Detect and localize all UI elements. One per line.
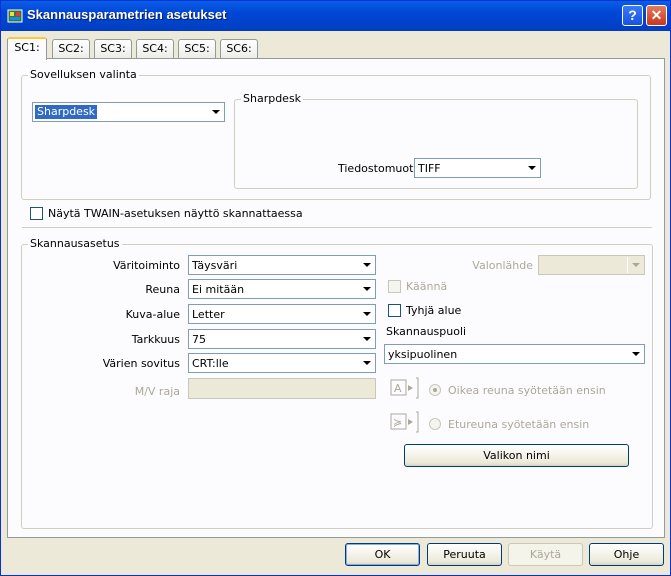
edge-value: Ei mitään [192,283,245,296]
light-source-combo[interactable] [538,255,645,275]
color-matching-combo[interactable]: CRT:lle [188,353,376,373]
scan-side-label: Skannauspuoli [386,325,467,338]
right-edge-first-label: Oikea reuna syötetään ensin [448,384,606,397]
blank-area-label: Tyhjä alue [406,304,462,317]
file-format-value: TIFF [418,162,441,175]
ok-button[interactable]: OK [345,543,420,566]
cancel-button[interactable]: Peruuta [427,543,502,566]
color-mode-combo[interactable]: Täysväri [188,255,376,275]
top-edge-first-label: Etureuna syötetään ensin [448,418,590,431]
tab-sc3[interactable]: SC3: [94,39,132,59]
resolution-value: 75 [192,333,206,346]
tab-sc1[interactable]: SC1: [7,37,47,60]
tab-sc5[interactable]: SC5: [178,39,216,59]
application-value: Sharpdesk [35,105,98,119]
edge-combo[interactable]: Ei mitään [188,279,376,299]
color-matching-value: CRT:lle [192,357,229,370]
bw-threshold-input[interactable] [188,378,376,399]
chevron-down-icon[interactable] [358,281,374,297]
file-format-label: Tiedostomuoto [338,162,421,175]
image-area-value: Letter [192,308,225,321]
color-mode-value: Täysväri [192,259,238,272]
menu-name-button[interactable]: Valikon nimi [404,444,629,467]
twain-checkbox-label: Näytä TWAIN-asetuksen näyttö skannattaes… [48,207,303,220]
top-edge-feed-icon: ≽ [390,411,419,433]
chevron-down-icon[interactable] [358,355,374,371]
tab-sc6[interactable]: SC6: [220,39,258,59]
help-title-button[interactable]: ? [622,5,643,26]
apply-button[interactable]: Käytä [508,543,583,566]
twain-checkbox[interactable] [30,207,43,220]
help-button[interactable]: Ohje [589,543,664,566]
rotate-checkbox[interactable] [388,280,401,293]
close-button[interactable]: ✕ [646,5,667,26]
app-select-group-label: Sovelluksen valinta [28,68,139,81]
tab-sc2[interactable]: SC2: [52,39,90,59]
rotate-label: Käännä [406,280,448,293]
chevron-down-icon[interactable] [627,257,643,273]
svg-text:≽: ≽ [393,416,402,429]
chevron-down-icon[interactable] [358,306,374,322]
scan-side-value: yksipuolinen [388,348,458,361]
right-edge-feed-icon: A [390,377,419,399]
tab-sc4[interactable]: SC4: [136,39,174,59]
tab-panel: Sovelluksen valinta Sharpdesk Sharpdesk … [7,58,665,538]
bw-threshold-label: M/V raja [134,385,180,398]
scan-side-combo[interactable]: yksipuolinen [384,344,645,364]
window-title: Skannausparametrien asetukset [27,7,227,22]
title-bar: Skannausparametrien asetukset ? ✕ [1,1,670,31]
chevron-down-icon[interactable] [207,104,223,120]
dialog-window: Skannausparametrien asetukset ? ✕ SC1: S… [0,0,671,576]
scan-settings-group-label: Skannausasetus [28,237,122,250]
chevron-down-icon[interactable] [358,257,374,273]
svg-text:A: A [394,382,402,395]
image-area-combo[interactable]: Letter [188,304,376,324]
color-matching-label: Värien sovitus [102,357,180,370]
sharpdesk-subgroup-label: Sharpdesk [241,92,304,105]
chevron-down-icon[interactable] [358,331,374,347]
chevron-down-icon[interactable] [627,346,643,362]
application-combo[interactable]: Sharpdesk [32,102,225,122]
blank-area-checkbox[interactable] [388,304,401,317]
top-edge-first-radio[interactable] [429,418,441,430]
image-area-label: Kuva-alue [125,308,180,321]
edge-label: Reuna [145,283,180,296]
light-source-label: Valonlähde [472,259,533,272]
resolution-combo[interactable]: 75 [188,329,376,349]
color-mode-label: Väritoiminto [113,259,180,272]
right-edge-first-radio[interactable] [429,384,441,396]
file-format-combo[interactable]: TIFF [414,158,541,178]
chevron-down-icon[interactable] [523,160,539,176]
scanner-app-icon [7,9,23,23]
divider [22,227,652,228]
resolution-label: Tarkkuus [131,333,180,346]
